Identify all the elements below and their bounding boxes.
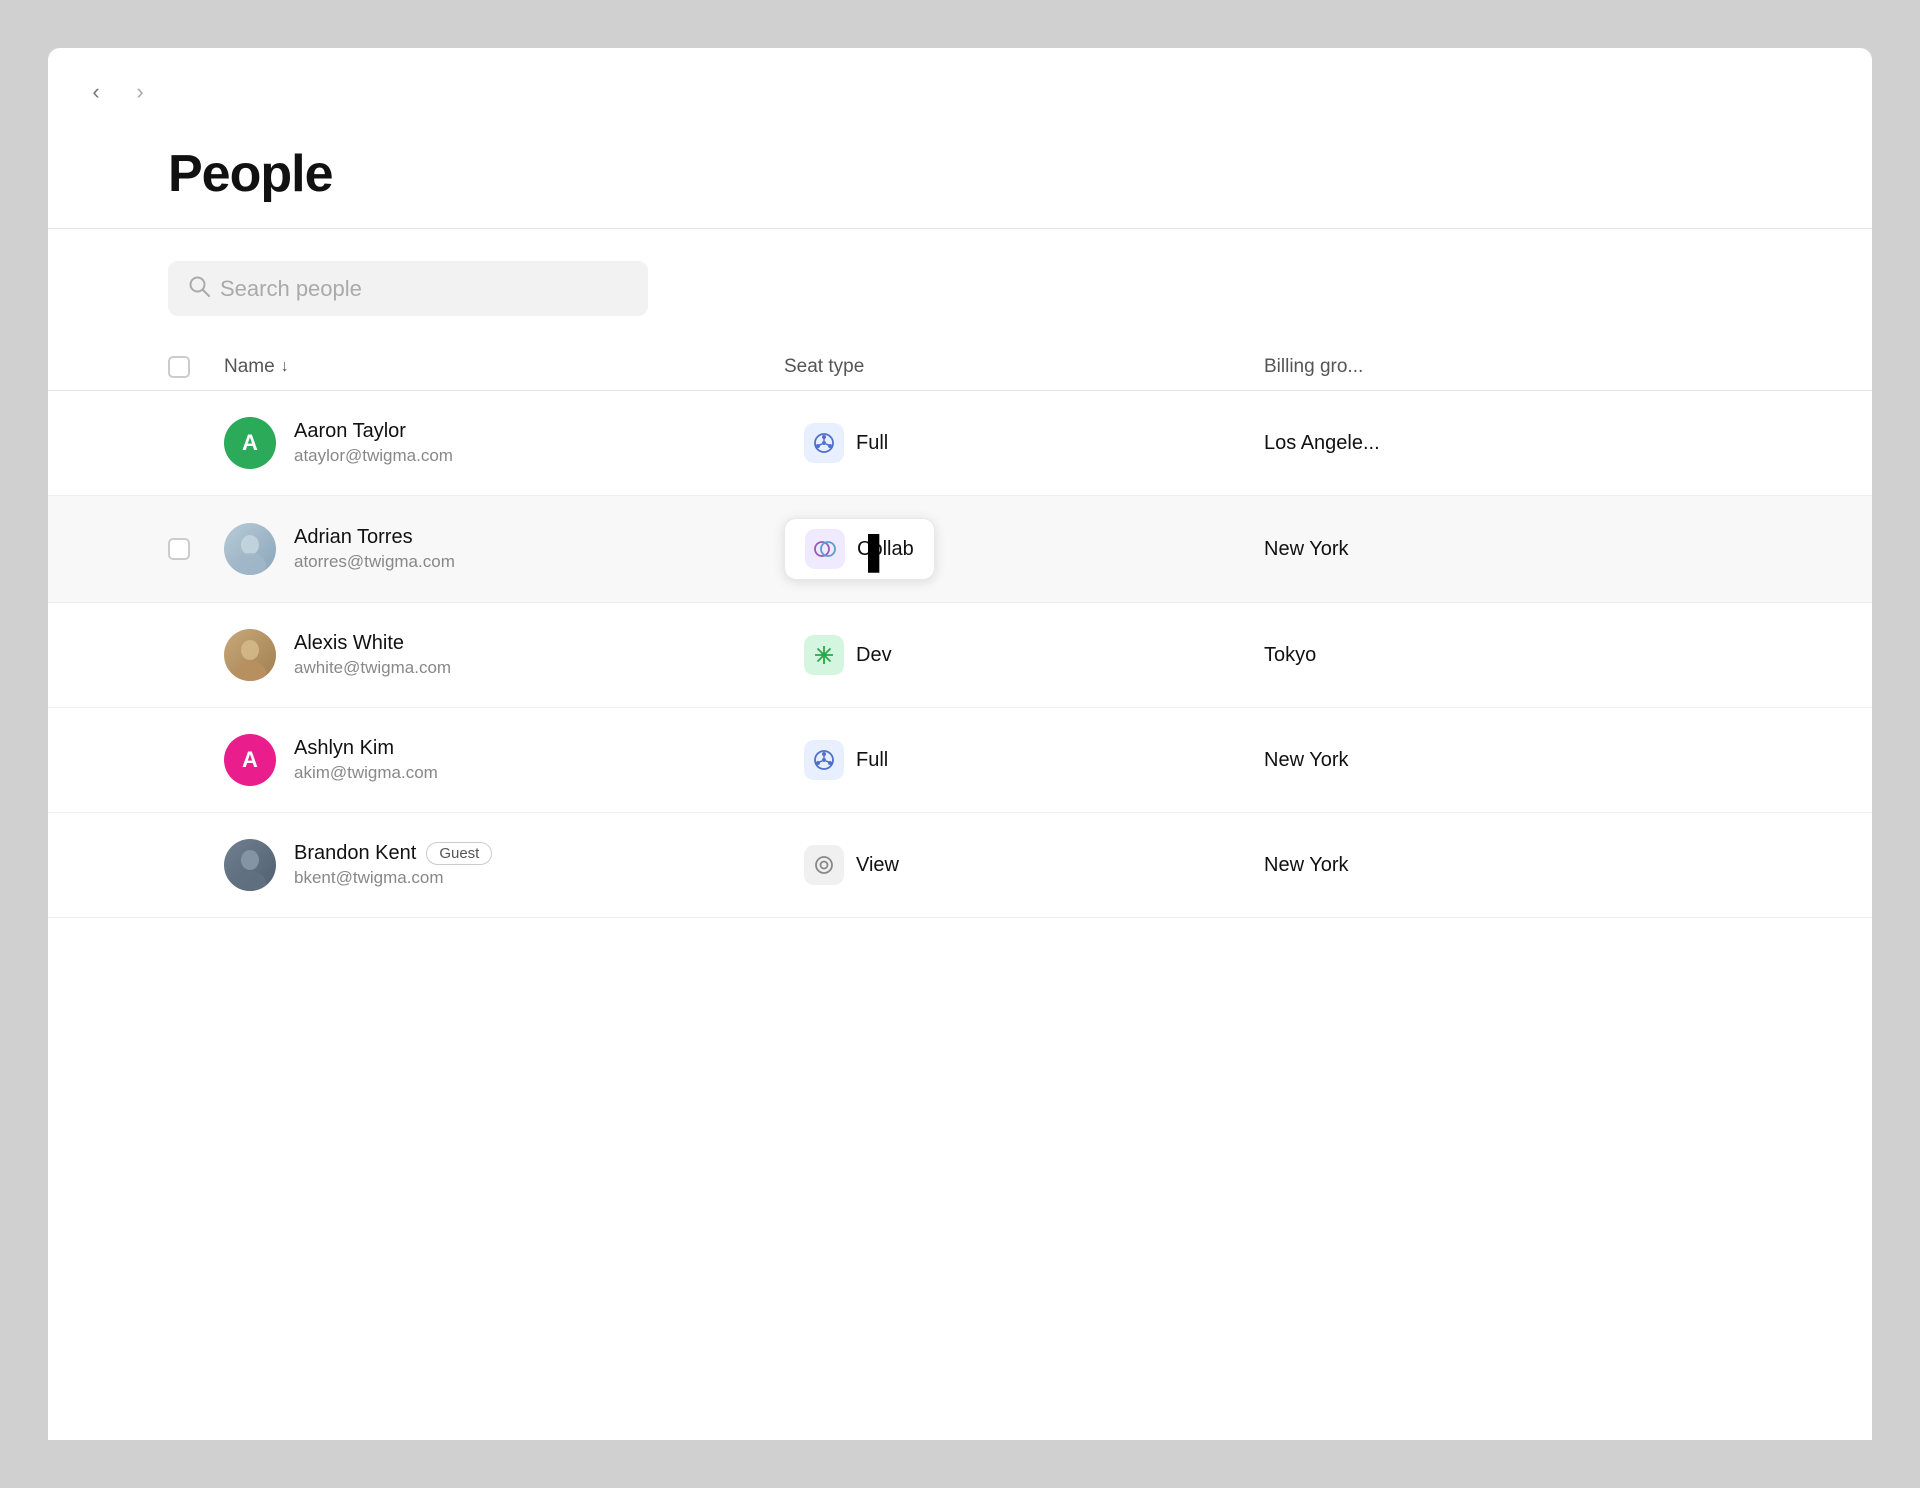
billing-group-column-header: Billing gro... <box>1264 356 1752 378</box>
search-input-wrap[interactable] <box>168 261 648 316</box>
seat-type-column-header: Seat type <box>784 356 1264 378</box>
row-seat-col: View <box>784 835 1264 895</box>
seat-icon <box>804 423 844 463</box>
guest-badge: Guest <box>426 842 492 865</box>
name-info: Aaron Taylor ataylor@twigma.com <box>294 420 453 466</box>
row-billing-col: New York <box>1264 538 1752 561</box>
back-icon: ‹ <box>92 79 99 105</box>
seat-pill[interactable]: View <box>784 835 919 895</box>
avatar <box>224 629 276 681</box>
person-name: Ashlyn Kim <box>294 737 438 760</box>
seat-pill[interactable]: Full <box>784 730 908 790</box>
person-email: awhite@twigma.com <box>294 658 451 678</box>
seat-pill[interactable]: Full <box>784 413 908 473</box>
row-checkbox[interactable] <box>168 538 190 560</box>
row-name-col: A Aaron Taylor ataylor@twigma.com <box>224 417 784 469</box>
seat-type-label: View <box>856 854 899 877</box>
row-billing-col: New York <box>1264 749 1752 772</box>
person-name: Adrian Torres <box>294 526 455 549</box>
person-email: atorres@twigma.com <box>294 552 455 572</box>
billing-group-value: New York <box>1264 854 1349 876</box>
header-check-col <box>168 356 224 378</box>
seat-type-label: Full <box>856 749 888 772</box>
person-email: akim@twigma.com <box>294 763 438 783</box>
person-name: Brandon Kent Guest <box>294 842 492 865</box>
seat-type-label: Dev <box>856 644 892 667</box>
page-title: People <box>168 144 1752 204</box>
seat-type-label: Collab <box>857 538 914 561</box>
avatar: A <box>224 417 276 469</box>
name-info: Alexis White awhite@twigma.com <box>294 632 451 678</box>
sort-icon: ↓ <box>281 358 289 376</box>
billing-group-value: Tokyo <box>1264 644 1316 666</box>
table-row[interactable]: A Aaron Taylor ataylor@twigma.com <box>48 391 1872 496</box>
billing-group-value: New York <box>1264 749 1349 771</box>
row-name-col: Alexis White awhite@twigma.com <box>224 629 784 681</box>
avatar <box>224 839 276 891</box>
main-window: ‹ › People Name ↓ <box>48 48 1872 1440</box>
header-seat-col: Seat type <box>784 356 1264 378</box>
header-billing-col: Billing gro... <box>1264 356 1752 378</box>
row-billing-col: Tokyo <box>1264 644 1752 667</box>
table-row[interactable]: Alexis White awhite@twigma.com Dev <box>48 603 1872 708</box>
row-name-col: A Ashlyn Kim akim@twigma.com <box>224 734 784 786</box>
row-seat-col: Full <box>784 413 1264 473</box>
forward-button[interactable]: › <box>124 76 156 108</box>
search-section <box>48 229 1872 344</box>
row-name-col: Adrian Torres atorres@twigma.com <box>224 523 784 575</box>
page-title-section: People <box>48 128 1872 228</box>
table-header: Name ↓ Seat type Billing gro... <box>48 344 1872 391</box>
seat-icon-collab <box>805 529 845 569</box>
select-all-checkbox[interactable] <box>168 356 190 378</box>
seat-pill-collab[interactable]: Collab <box>784 518 935 580</box>
nav-bar: ‹ › <box>48 48 1872 128</box>
billing-group-value: Los Angele... <box>1264 432 1380 454</box>
person-name: Alexis White <box>294 632 451 655</box>
row-billing-col: New York <box>1264 854 1752 877</box>
row-seat-col: Full <box>784 730 1264 790</box>
row-seat-col: Collab <box>784 518 1264 580</box>
avatar: A <box>224 734 276 786</box>
search-input[interactable] <box>220 276 628 302</box>
table-row[interactable]: Brandon Kent Guest bkent@twigma.com View… <box>48 813 1872 918</box>
row-billing-col: Los Angele... <box>1264 432 1752 455</box>
name-info: Brandon Kent Guest bkent@twigma.com <box>294 842 492 888</box>
billing-group-value: New York <box>1264 538 1349 560</box>
name-info: Adrian Torres atorres@twigma.com <box>294 526 455 572</box>
seat-pill[interactable]: Dev <box>784 625 912 685</box>
person-email: bkent@twigma.com <box>294 868 492 888</box>
seat-icon-full <box>804 740 844 780</box>
avatar <box>224 523 276 575</box>
forward-icon: › <box>136 79 143 105</box>
table-row[interactable]: Adrian Torres atorres@twigma.com Collab … <box>48 496 1872 603</box>
table-row[interactable]: A Ashlyn Kim akim@twigma.com <box>48 708 1872 813</box>
search-icon <box>188 275 210 302</box>
seat-icon-dev <box>804 635 844 675</box>
seat-icon-view <box>804 845 844 885</box>
header-name-col: Name ↓ <box>224 356 784 378</box>
person-name: Aaron Taylor <box>294 420 453 443</box>
row-name-col: Brandon Kent Guest bkent@twigma.com <box>224 839 784 891</box>
row-check-col <box>168 538 224 560</box>
person-email: ataylor@twigma.com <box>294 446 453 466</box>
seat-type-label: Full <box>856 432 888 455</box>
back-button[interactable]: ‹ <box>80 76 112 108</box>
name-column-header[interactable]: Name ↓ <box>224 356 784 378</box>
row-seat-col: Dev <box>784 625 1264 685</box>
name-info: Ashlyn Kim akim@twigma.com <box>294 737 438 783</box>
